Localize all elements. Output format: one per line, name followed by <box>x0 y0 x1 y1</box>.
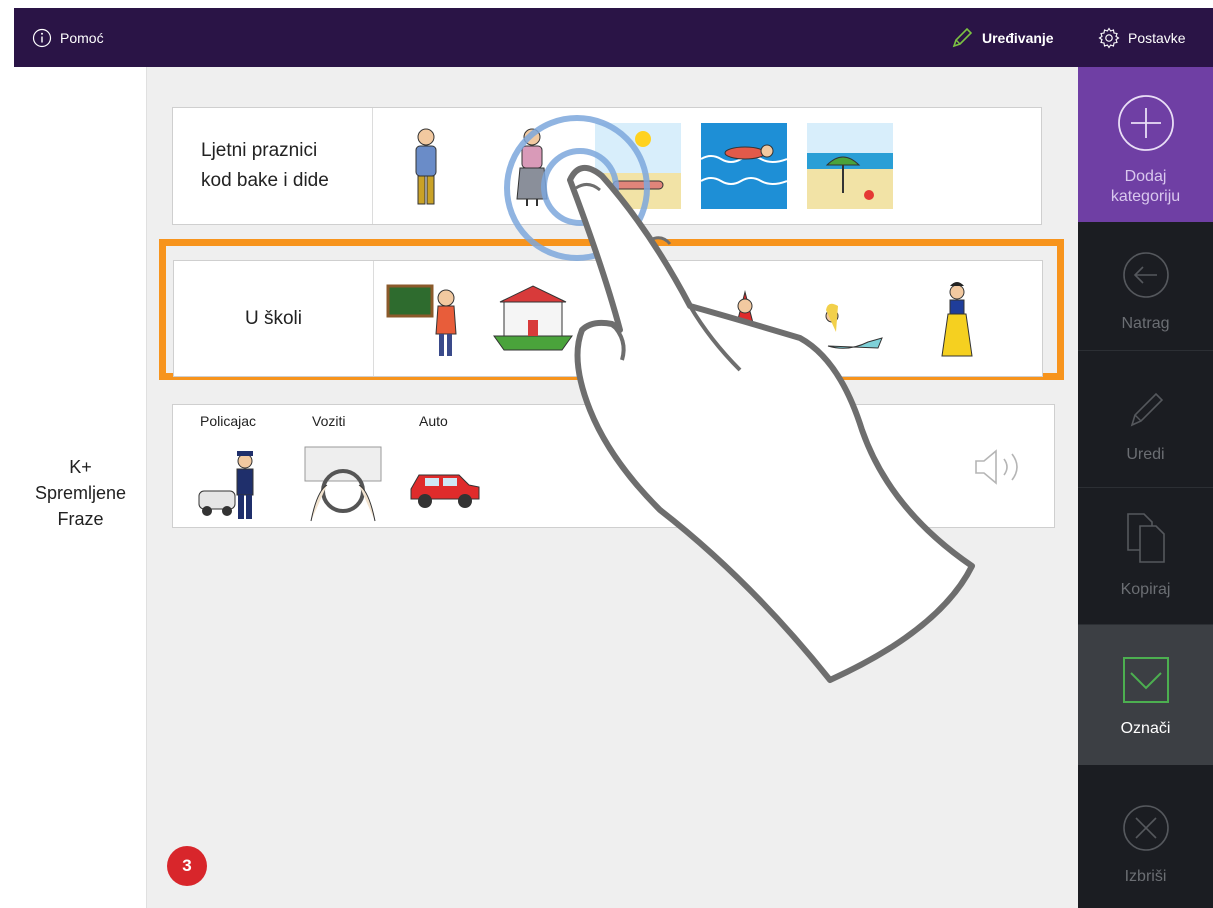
delete-button[interactable]: Izbriši <box>1078 765 1213 908</box>
driving-pictogram <box>304 446 382 522</box>
plus-circle-icon <box>1117 95 1174 151</box>
phrase-word-label: Voziti <box>312 413 346 429</box>
frog-pictogram <box>622 319 656 344</box>
edit-mode-label: Uređivanje <box>982 29 1054 46</box>
copy-button[interactable]: Kopiraj <box>1078 488 1213 625</box>
x-circle-icon <box>1122 805 1169 851</box>
car-pictogram <box>410 474 480 508</box>
settings-button[interactable]: Postavke <box>1098 8 1186 67</box>
little-red-riding-hood-pictogram <box>729 289 761 350</box>
help-label: Pomoć <box>60 29 104 46</box>
info-icon <box>32 28 52 47</box>
back-button[interactable]: Natrag <box>1078 222 1213 351</box>
school-pictogram <box>493 284 573 350</box>
category-pictograms <box>383 108 893 224</box>
saved-phrases-label-line2: Spremljene <box>34 483 127 503</box>
sunbathing-pictogram <box>595 123 681 209</box>
gear-icon <box>1098 26 1120 49</box>
mermaid-pictogram <box>825 303 883 349</box>
edit-button[interactable]: Uredi <box>1078 351 1213 488</box>
help-button[interactable]: Pomoć <box>32 8 104 67</box>
settings-label: Postavke <box>1128 29 1186 46</box>
arrow-left-circle-icon <box>1122 252 1169 298</box>
edit-label: Uredi <box>1126 446 1165 463</box>
category-card-summer[interactable]: Ljetni praznici kod bake i dide <box>167 100 1042 225</box>
add-category-label-line1: Dodaj <box>1124 168 1167 185</box>
category-title: Ljetni praznici kod bake i dide <box>173 108 373 224</box>
category-card-school[interactable]: U školi <box>168 253 1043 377</box>
category-title-text: U školi <box>244 307 302 329</box>
back-label: Natrag <box>1121 315 1170 332</box>
category-title: U školi <box>174 261 374 376</box>
speaker-icon[interactable] <box>972 447 1032 487</box>
saved-phrase-row[interactable]: Policajac Voziti Auto <box>172 404 1055 528</box>
add-category-button[interactable]: Dodaj kategoriju <box>1078 67 1213 222</box>
selected-category-highlight: U školi <box>159 239 1064 380</box>
mark-button[interactable]: Označi <box>1078 625 1213 765</box>
saved-phrases-label: K+ Spremljene Fraze <box>14 454 147 532</box>
saved-phrases-panel[interactable]: K+ Spremljene Fraze <box>14 67 147 908</box>
phrase-word-label: Auto <box>419 413 448 429</box>
beach-pictogram <box>807 123 893 209</box>
copy-label: Kopiraj <box>1120 581 1171 598</box>
saved-phrases-label-line1: K+ <box>69 457 92 477</box>
pencil-icon <box>1130 392 1163 427</box>
phrase-word-label: Policajac <box>200 413 257 429</box>
top-bar: Pomoć Uređivanje Postavke <box>14 8 1213 67</box>
policeman-pictogram <box>198 451 254 519</box>
main-content: Ljetni praznici kod bake i dide U školi … <box>147 67 1078 908</box>
grandmother-pictogram <box>516 128 548 206</box>
action-sidebar: Dodaj kategoriju Natrag Uredi Kopiraj Oz… <box>1078 67 1213 908</box>
category-title-line2: kod bake i dide <box>201 170 329 191</box>
category-title-line1: Ljetni praznici <box>201 140 318 161</box>
edit-mode-button[interactable]: Uređivanje <box>950 8 1054 67</box>
teacher-pictogram <box>386 284 457 356</box>
swimming-pictogram <box>701 123 787 209</box>
pencil-icon <box>952 27 973 47</box>
delete-label: Izbriši <box>1124 868 1167 885</box>
saved-phrases-label-line3: Fraze <box>57 509 104 529</box>
grandfather-pictogram <box>415 128 437 205</box>
add-category-label-line2: kategoriju <box>1110 188 1181 205</box>
mark-label: Označi <box>1120 720 1171 737</box>
checkbox-checked-icon <box>1122 657 1169 703</box>
snow-white-pictogram <box>941 281 973 356</box>
copy-icon <box>1126 513 1165 563</box>
category-pictograms <box>384 261 1000 376</box>
step-badge: 3 <box>167 846 207 886</box>
